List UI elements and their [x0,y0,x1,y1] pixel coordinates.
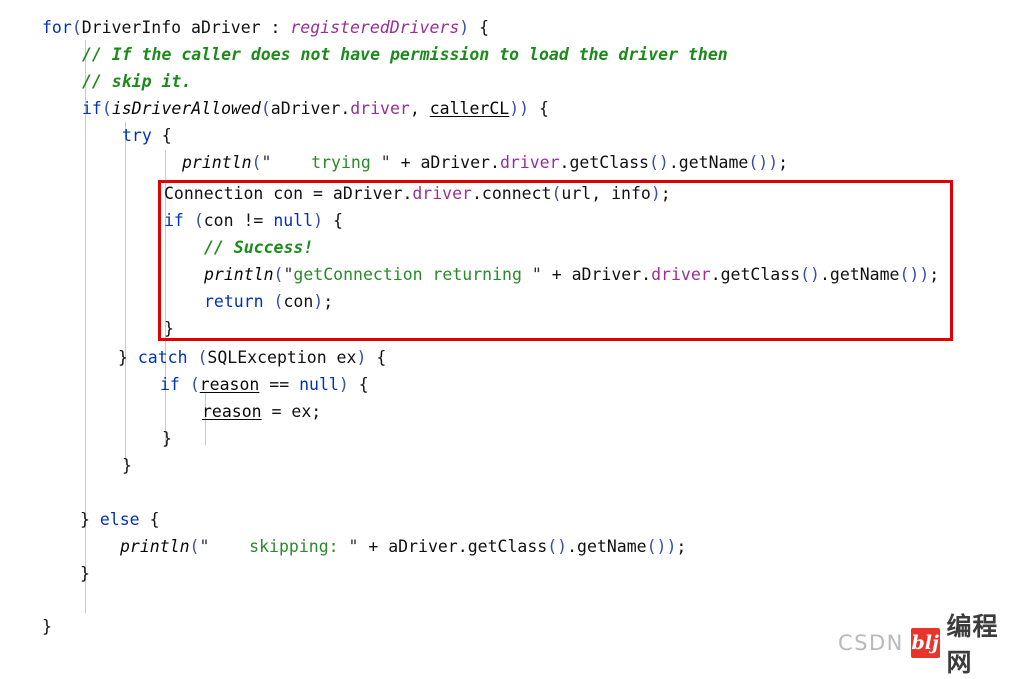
code-line-3: // skip it. [82,72,192,91]
code-editor-surface: for(DriverInfo aDriver : registeredDrive… [0,0,1021,677]
code-line-19: } else { [80,510,160,529]
code-line-17: } [122,456,132,475]
watermark-site-name: 编程网 [946,612,999,677]
code-line-21: } [80,564,90,583]
watermark-brand-text: CSDN [838,631,904,655]
code-line-16: } [162,429,172,448]
indent-guide-level-2 [125,122,126,462]
code-line-10: println("getConnection returning " + aDr… [204,265,940,284]
code-line-5: try { [122,126,172,145]
watermark-logo-icon: blj [910,628,940,658]
code-line-1: for(DriverInfo aDriver : registeredDrive… [42,18,490,37]
code-line-13: } catch (SQLException ex) { [118,348,387,367]
code-line-4: if(isDriverAllowed(aDriver.driver, calle… [82,99,549,118]
csdn-watermark: CSDN blj 编程网 [838,607,1021,679]
code-line-6: println(" trying " + aDriver.driver.getC… [182,153,789,172]
code-line-20: println(" skipping: " + aDriver.getClass… [120,537,687,556]
indent-guide-level-1-lower [85,585,86,613]
code-line-14: if (reason == null) { [160,375,369,394]
code-line-15: reason = ex; [202,402,322,421]
code-line-11: return (con); [204,292,334,311]
code-line-23: } [42,617,52,636]
code-line-8: if (con != null) { [164,211,343,230]
code-line-7: Connection con = aDriver.driver.connect(… [164,184,671,203]
code-line-2: // If the caller does not have permissio… [82,45,728,64]
code-line-9: // Success! [204,238,314,257]
code-line-12: } [164,319,174,338]
